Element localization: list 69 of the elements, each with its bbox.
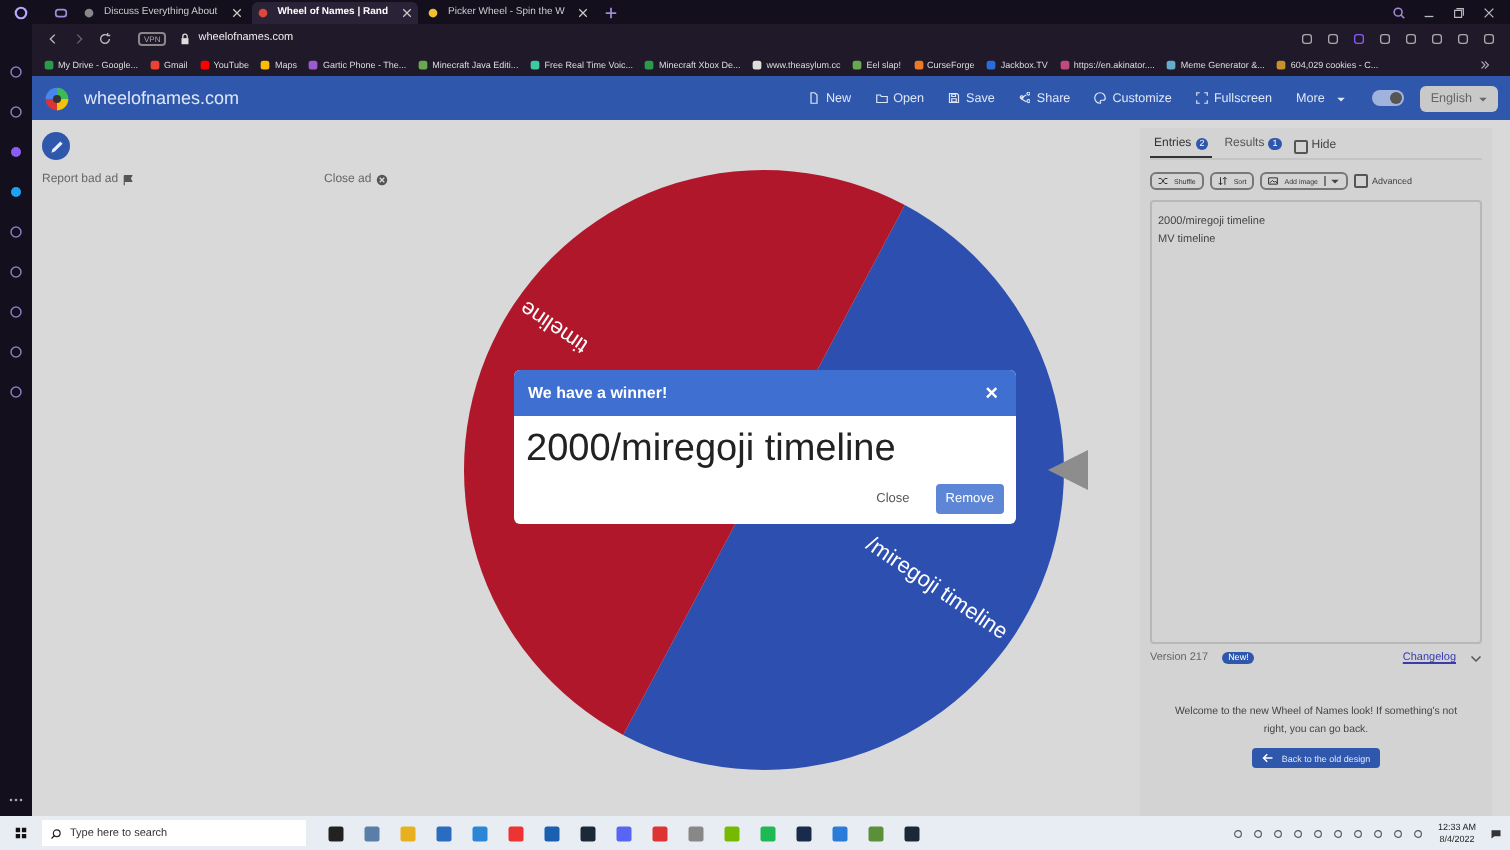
- sidebar-app-icon[interactable]: [8, 104, 24, 120]
- windows-logo-icon[interactable]: [14, 826, 28, 840]
- site-favicon-icon: [530, 59, 541, 69]
- close-icon[interactable]: [1482, 5, 1496, 19]
- edit-button[interactable]: [42, 132, 70, 160]
- sidebar-app-icon[interactable]: [8, 344, 24, 360]
- sidebar-app-icon[interactable]: [8, 144, 24, 160]
- sidebar-app-icon[interactable]: [8, 304, 24, 320]
- sidebar-app-icon[interactable]: [8, 224, 24, 240]
- file-icon: [808, 92, 820, 104]
- pencil-icon: [47, 137, 65, 155]
- close-button[interactable]: ×: [981, 381, 1002, 405]
- lock-icon: [178, 31, 193, 45]
- site-favicon-icon: [1166, 59, 1177, 69]
- flag-icon: [122, 174, 135, 186]
- shuffle-icon: [1158, 176, 1168, 186]
- site-favicon-icon: [199, 59, 210, 69]
- close-circle-icon: [375, 174, 388, 186]
- pointer-icon: [1048, 450, 1088, 490]
- notification-icon[interactable]: [1490, 827, 1502, 839]
- wheel-logo-icon[interactable]: [44, 85, 70, 111]
- floppy-icon: [948, 92, 961, 104]
- workspace-icon[interactable]: [54, 5, 68, 19]
- site-favicon-icon: [150, 59, 161, 69]
- arrow-left-icon: [1261, 752, 1274, 764]
- close-icon[interactable]: [231, 7, 242, 17]
- winner-name: 2000/miregoji timeline: [526, 428, 898, 472]
- site-favicon-icon: [260, 59, 271, 69]
- close-icon[interactable]: [578, 7, 589, 17]
- sidebar-app-icon[interactable]: [8, 184, 24, 200]
- site-favicon-icon: [644, 59, 655, 69]
- site-favicon-icon: [1276, 59, 1287, 69]
- site-favicon-icon: [418, 59, 429, 69]
- back-icon[interactable]: [46, 31, 60, 45]
- palette-icon: [1094, 92, 1107, 104]
- site-title[interactable]: wheelofnames.com: [84, 88, 240, 108]
- share-icon: [1018, 92, 1031, 104]
- caret-icon: [1478, 93, 1488, 103]
- image-icon: [1268, 176, 1279, 186]
- site-favicon-icon: [852, 59, 863, 69]
- site-favicon-icon: [308, 59, 319, 69]
- site-favicon-icon: [1059, 59, 1070, 69]
- dialog-title: We have a winner!: [528, 384, 670, 402]
- chevron-down-icon[interactable]: [1470, 652, 1482, 664]
- sidebar-app-icon[interactable]: [8, 384, 24, 400]
- site-favicon-icon: [913, 59, 924, 69]
- caret-icon: [1336, 93, 1347, 103]
- plus-icon[interactable]: [604, 5, 619, 19]
- dark-mode-toggle[interactable]: [1372, 90, 1405, 106]
- sidebar-app-icon[interactable]: [8, 264, 24, 280]
- caret-icon: [1324, 176, 1340, 186]
- restore-icon[interactable]: [1452, 5, 1466, 19]
- browser-logo-icon[interactable]: [14, 5, 28, 19]
- sort-icon: [1217, 176, 1228, 186]
- site-favicon-icon: [44, 59, 54, 69]
- folder-icon: [875, 92, 888, 104]
- site-favicon-icon: [986, 59, 997, 69]
- site-favicon-icon: [428, 7, 439, 17]
- site-favicon-icon: [257, 7, 268, 17]
- site-favicon-icon: [752, 59, 763, 69]
- chevron-right-icon[interactable]: [1478, 57, 1492, 71]
- sidebar-app-icon[interactable]: [8, 64, 24, 80]
- close-icon[interactable]: [402, 7, 413, 17]
- search-icon: [50, 827, 62, 839]
- forward-icon[interactable]: [72, 31, 86, 45]
- fullscreen-icon: [1195, 92, 1208, 104]
- site-favicon-icon: [84, 7, 94, 17]
- reload-icon[interactable]: [98, 31, 112, 45]
- search-icon[interactable]: [1392, 5, 1406, 19]
